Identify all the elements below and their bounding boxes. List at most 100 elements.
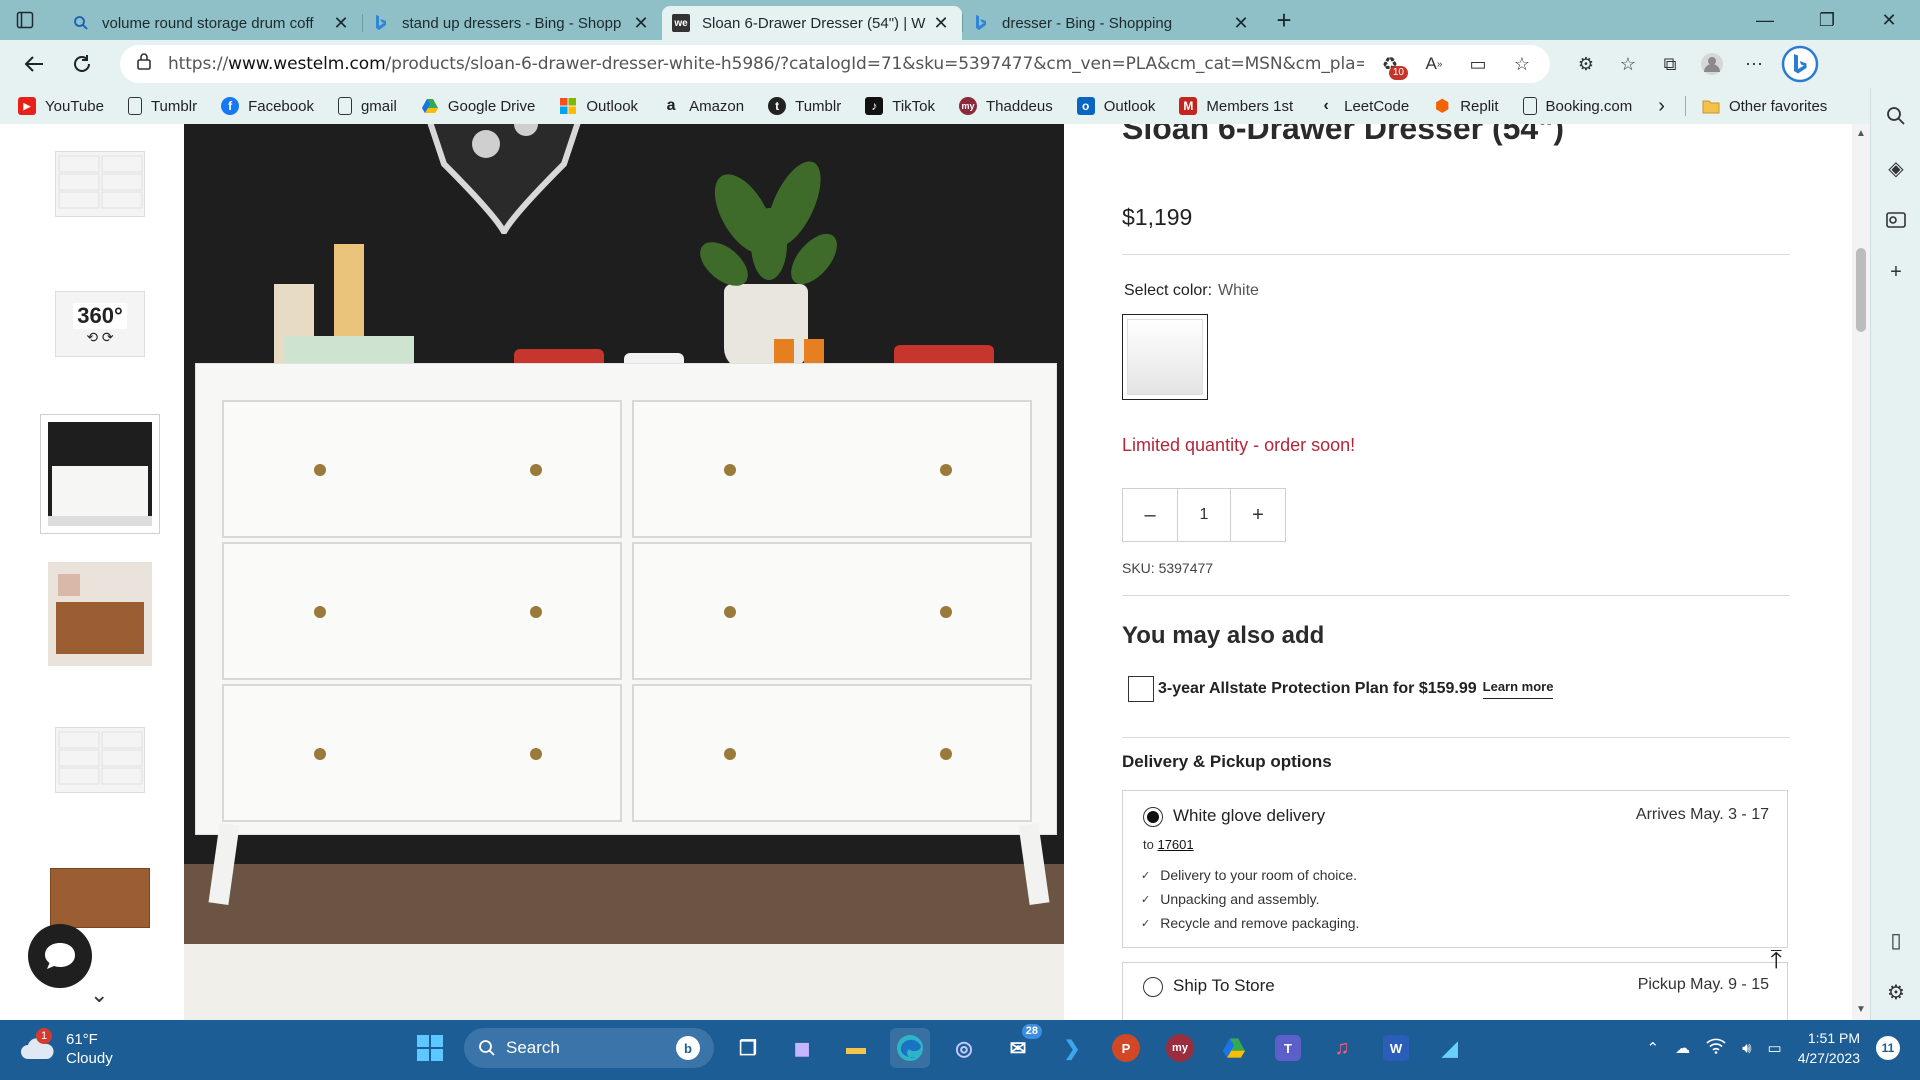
add-favorite-icon[interactable]: ☆	[1510, 52, 1534, 76]
favorite-booking[interactable]: Booking.com	[1522, 97, 1632, 115]
read-aloud-icon[interactable]: A»	[1422, 52, 1446, 76]
mail-icon[interactable]: ✉ 28	[998, 1024, 1042, 1068]
start-button[interactable]	[410, 1028, 450, 1068]
page-scrollbar[interactable]: ▲ ▼	[1852, 124, 1870, 1020]
white-glove-radio[interactable]	[1143, 807, 1163, 827]
notification-badge[interactable]: 11	[1876, 1036, 1900, 1060]
battery-icon[interactable]: ▭	[1768, 1039, 1782, 1057]
favorite-youtube[interactable]: ▶ YouTube	[18, 97, 104, 115]
my-app-icon[interactable]: my	[1160, 1028, 1200, 1068]
new-tab-button[interactable]: +	[1262, 5, 1306, 36]
delivery-option-white-glove[interactable]: White glove delivery Arrives May. 3 - 17…	[1122, 790, 1788, 948]
back-to-top-icon[interactable]: ⤒	[1771, 944, 1783, 976]
increase-quantity-button[interactable]: +	[1231, 489, 1285, 541]
restore-button[interactable]: ❐	[1796, 0, 1858, 40]
other-favorites-folder[interactable]: Other favorites	[1702, 97, 1827, 115]
swatch-fill	[1127, 319, 1203, 395]
refresh-button[interactable]	[60, 44, 104, 84]
protection-plan-checkbox[interactable]	[1128, 676, 1154, 702]
teams-chat-icon[interactable]: ◼	[782, 1028, 822, 1068]
favorite-outlook[interactable]: Outlook	[559, 97, 638, 115]
onedrive-icon[interactable]: ☁	[1675, 1039, 1690, 1057]
teams-icon[interactable]: T	[1268, 1028, 1308, 1068]
tab-4[interactable]: dresser - Bing - Shopping ✕	[962, 6, 1262, 40]
powerpoint-icon[interactable]: P	[1106, 1028, 1146, 1068]
search-icon[interactable]	[1884, 104, 1908, 128]
favorite-outlook-2[interactable]: o Outlook	[1076, 97, 1155, 115]
address-bar[interactable]: https://www.westelm.com/products/sloan-6…	[120, 45, 1550, 83]
volume-icon[interactable]: 🔊︎	[1742, 1040, 1751, 1057]
quantity-input[interactable]: 1	[1177, 489, 1231, 541]
close-icon[interactable]: ✕	[630, 13, 652, 34]
edge-taskbar-icon[interactable]	[890, 1028, 930, 1068]
delivery-option-ship-to-store[interactable]: Ship To Store Pickup May. 9 - 15	[1122, 962, 1788, 1020]
settings-more-icon[interactable]: ⋯	[1742, 52, 1766, 76]
clock[interactable]: 1:51 PM 4/27/2023	[1798, 1028, 1860, 1068]
tab-1[interactable]: volume round storage drum coff ✕	[62, 6, 362, 40]
sidebar-toggle-icon[interactable]: ▯	[1884, 928, 1908, 952]
chevron-down-icon[interactable]: ⌄	[90, 982, 108, 1008]
close-icon[interactable]: ✕	[330, 13, 352, 34]
thumbnail-360[interactable]: 360° ⟲ ⟳	[40, 264, 160, 384]
color-swatch-white[interactable]	[1122, 314, 1208, 400]
tab-actions-button[interactable]	[0, 0, 50, 40]
gear-icon[interactable]: ⚙	[1884, 980, 1908, 1004]
tab-2[interactable]: stand up dressers - Bing - Shopp ✕	[362, 6, 662, 40]
outlook-icon[interactable]	[1884, 208, 1908, 232]
product-main-image[interactable]	[184, 124, 1064, 1020]
scrollbar-thumb[interactable]	[1856, 248, 1866, 332]
favorite-members-1st[interactable]: M Members 1st	[1179, 97, 1293, 115]
favorite-gmail[interactable]: gmail	[337, 97, 397, 115]
thumbnail-3-selected[interactable]	[40, 414, 160, 534]
chevron-right-icon[interactable]: ›	[1658, 95, 1665, 118]
minimize-button[interactable]: —	[1734, 0, 1796, 40]
task-view-icon[interactable]: ❐	[728, 1028, 768, 1068]
word-icon[interactable]: W	[1376, 1028, 1416, 1068]
close-window-button[interactable]: ✕	[1858, 0, 1920, 40]
scroll-up-arrow[interactable]: ▲	[1856, 128, 1866, 139]
close-icon[interactable]: ✕	[930, 13, 952, 34]
favorite-leetcode[interactable]: ‹ LeetCode	[1317, 97, 1409, 115]
scroll-down-arrow[interactable]: ▼	[1856, 1004, 1866, 1015]
google-drive-icon[interactable]	[1214, 1028, 1254, 1068]
decrease-quantity-button[interactable]: –	[1123, 489, 1177, 541]
file-explorer-icon[interactable]: ▬	[836, 1028, 876, 1068]
thumbnail-1[interactable]	[40, 124, 160, 244]
tab-title: stand up dressers - Bing - Shopp	[402, 14, 622, 32]
immersive-reader-icon[interactable]: ▭	[1466, 52, 1490, 76]
favorites-icon[interactable]: ☆	[1616, 52, 1640, 76]
paint-icon[interactable]: ◢	[1430, 1028, 1470, 1068]
show-hidden-icons[interactable]: ⌃	[1646, 1039, 1659, 1057]
extensions-icon[interactable]: ⚙	[1574, 52, 1598, 76]
favorite-replit[interactable]: ⬢ Replit	[1433, 97, 1498, 116]
taskbar-search[interactable]: Search b	[464, 1028, 714, 1068]
chat-button[interactable]	[28, 924, 92, 988]
favorite-thaddeus[interactable]: my Thaddeus	[959, 97, 1053, 115]
zip-code-link[interactable]: 17601	[1157, 837, 1193, 852]
favorite-facebook[interactable]: f Facebook	[221, 97, 314, 115]
lock-icon[interactable]	[136, 52, 152, 76]
profile-avatar[interactable]	[1700, 52, 1724, 76]
shopping-icon[interactable]: ◈	[1884, 156, 1908, 180]
back-button[interactable]	[12, 44, 56, 84]
collections-icon[interactable]: ⧉	[1658, 52, 1682, 76]
favorite-amazon[interactable]: a Amazon	[662, 97, 744, 115]
wifi-icon[interactable]	[1706, 1038, 1726, 1058]
add-icon[interactable]: +	[1884, 260, 1908, 284]
itunes-icon[interactable]: ♫	[1322, 1028, 1362, 1068]
vscode-icon[interactable]: ❯	[1052, 1028, 1092, 1068]
tab-3-active[interactable]: we Sloan 6-Drawer Dresser (54") | W ✕	[662, 6, 962, 40]
favorite-tiktok[interactable]: ♪ TikTok	[865, 97, 935, 115]
favorite-tumblr[interactable]: Tumblr	[127, 97, 197, 115]
discord-icon[interactable]: ◎	[944, 1028, 984, 1068]
favorite-tumblr-2[interactable]: t Tumblr	[768, 97, 841, 115]
close-icon[interactable]: ✕	[1230, 13, 1252, 34]
learn-more-link[interactable]: Learn more	[1482, 679, 1554, 699]
thumbnail-4[interactable]	[40, 554, 160, 674]
thumbnail-5[interactable]	[40, 700, 160, 820]
ship-to-store-radio[interactable]	[1143, 977, 1163, 997]
tracking-prevention-icon[interactable]: ♻ 10	[1378, 52, 1408, 80]
favorite-google-drive[interactable]: Google Drive	[421, 97, 535, 115]
weather-widget[interactable]: 1 61°F Cloudy	[20, 1028, 113, 1068]
bing-chat-button[interactable]	[1778, 42, 1822, 86]
